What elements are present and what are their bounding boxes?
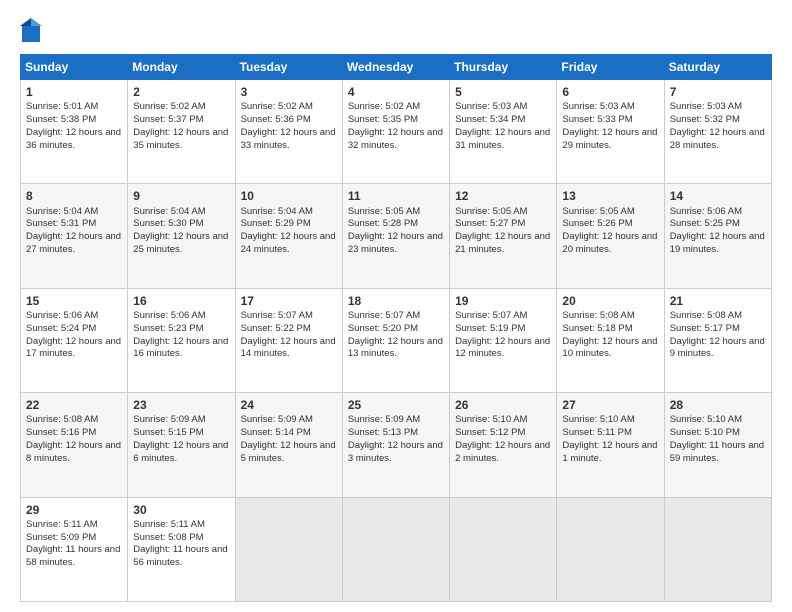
page: SundayMondayTuesdayWednesdayThursdayFrid… [0,0,792,612]
calendar-cell-empty [235,497,342,601]
calendar-cell-empty [450,497,557,601]
weekday-header: Friday [557,55,664,80]
weekday-header: Monday [128,55,235,80]
calendar-cell-empty [664,497,771,601]
calendar-cell-13: 13Sunrise: 5:05 AMSunset: 5:26 PMDayligh… [557,184,664,288]
calendar-cell-16: 16Sunrise: 5:06 AMSunset: 5:23 PMDayligh… [128,288,235,392]
header [20,16,772,44]
calendar-cell-empty [342,497,449,601]
calendar-header-row: SundayMondayTuesdayWednesdayThursdayFrid… [21,55,772,80]
calendar-cell-6: 6Sunrise: 5:03 AMSunset: 5:33 PMDaylight… [557,80,664,184]
calendar-cell-29: 29Sunrise: 5:11 AMSunset: 5:09 PMDayligh… [21,497,128,601]
calendar-cell-19: 19Sunrise: 5:07 AMSunset: 5:19 PMDayligh… [450,288,557,392]
calendar-cell-5: 5Sunrise: 5:03 AMSunset: 5:34 PMDaylight… [450,80,557,184]
calendar-cell-27: 27Sunrise: 5:10 AMSunset: 5:11 PMDayligh… [557,393,664,497]
calendar-cell-26: 26Sunrise: 5:10 AMSunset: 5:12 PMDayligh… [450,393,557,497]
calendar-cell-25: 25Sunrise: 5:09 AMSunset: 5:13 PMDayligh… [342,393,449,497]
calendar-cell-23: 23Sunrise: 5:09 AMSunset: 5:15 PMDayligh… [128,393,235,497]
calendar-cell-15: 15Sunrise: 5:06 AMSunset: 5:24 PMDayligh… [21,288,128,392]
calendar-cell-11: 11Sunrise: 5:05 AMSunset: 5:28 PMDayligh… [342,184,449,288]
calendar-cell-empty [557,497,664,601]
calendar-cell-8: 8Sunrise: 5:04 AMSunset: 5:31 PMDaylight… [21,184,128,288]
calendar-cell-7: 7Sunrise: 5:03 AMSunset: 5:32 PMDaylight… [664,80,771,184]
weekday-header: Tuesday [235,55,342,80]
calendar-cell-1: 1Sunrise: 5:01 AMSunset: 5:38 PMDaylight… [21,80,128,184]
calendar-cell-28: 28Sunrise: 5:10 AMSunset: 5:10 PMDayligh… [664,393,771,497]
weekday-header: Saturday [664,55,771,80]
weekday-header: Wednesday [342,55,449,80]
calendar-cell-3: 3Sunrise: 5:02 AMSunset: 5:36 PMDaylight… [235,80,342,184]
calendar-body: 1Sunrise: 5:01 AMSunset: 5:38 PMDaylight… [21,80,772,602]
weekday-header: Sunday [21,55,128,80]
calendar-cell-30: 30Sunrise: 5:11 AMSunset: 5:08 PMDayligh… [128,497,235,601]
calendar-cell-17: 17Sunrise: 5:07 AMSunset: 5:22 PMDayligh… [235,288,342,392]
calendar-cell-24: 24Sunrise: 5:09 AMSunset: 5:14 PMDayligh… [235,393,342,497]
calendar-cell-18: 18Sunrise: 5:07 AMSunset: 5:20 PMDayligh… [342,288,449,392]
calendar-table: SundayMondayTuesdayWednesdayThursdayFrid… [20,54,772,602]
calendar-cell-9: 9Sunrise: 5:04 AMSunset: 5:30 PMDaylight… [128,184,235,288]
calendar-cell-20: 20Sunrise: 5:08 AMSunset: 5:18 PMDayligh… [557,288,664,392]
calendar-cell-4: 4Sunrise: 5:02 AMSunset: 5:35 PMDaylight… [342,80,449,184]
calendar-cell-14: 14Sunrise: 5:06 AMSunset: 5:25 PMDayligh… [664,184,771,288]
calendar-cell-22: 22Sunrise: 5:08 AMSunset: 5:16 PMDayligh… [21,393,128,497]
calendar-cell-10: 10Sunrise: 5:04 AMSunset: 5:29 PMDayligh… [235,184,342,288]
calendar-cell-12: 12Sunrise: 5:05 AMSunset: 5:27 PMDayligh… [450,184,557,288]
calendar-cell-2: 2Sunrise: 5:02 AMSunset: 5:37 PMDaylight… [128,80,235,184]
logo-icon [20,16,42,44]
weekday-header: Thursday [450,55,557,80]
logo [20,16,46,44]
calendar-cell-21: 21Sunrise: 5:08 AMSunset: 5:17 PMDayligh… [664,288,771,392]
